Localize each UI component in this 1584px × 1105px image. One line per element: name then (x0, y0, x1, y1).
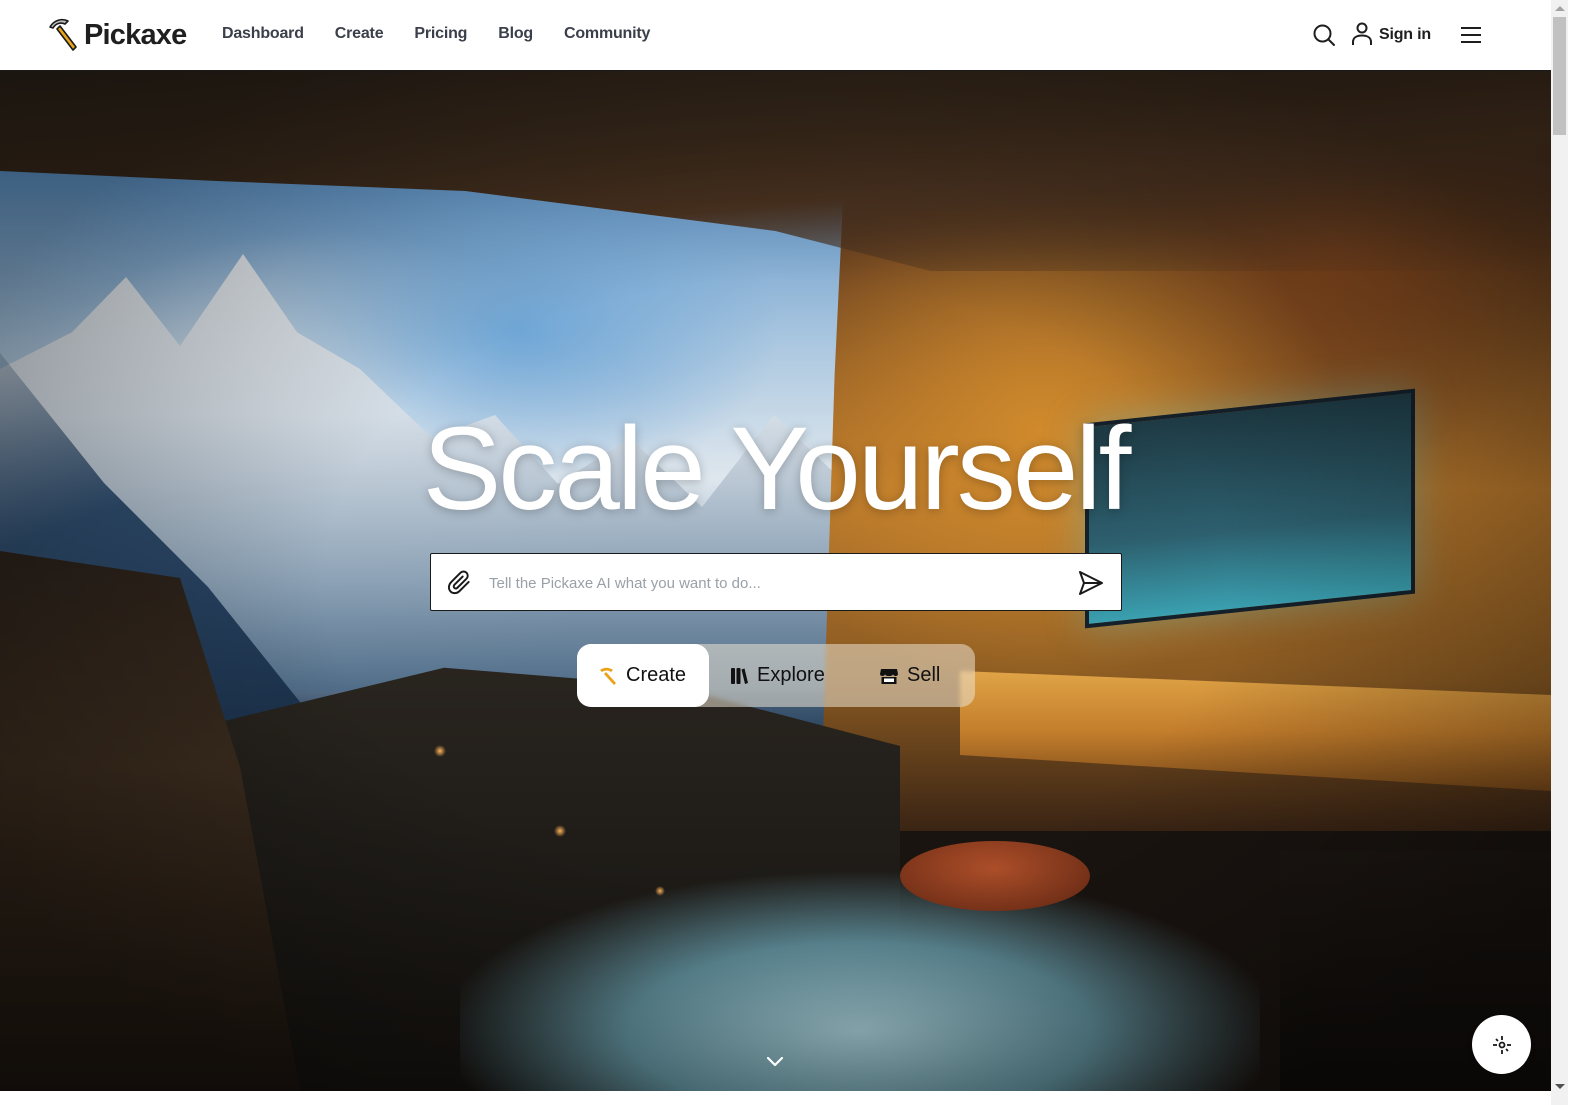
send-icon[interactable] (1077, 569, 1105, 597)
ai-prompt-bar (430, 553, 1122, 611)
nav-pricing[interactable]: Pricing (414, 25, 467, 43)
tab-create[interactable]: Create (577, 644, 709, 707)
library-books-icon (731, 667, 748, 684)
ai-prompt-input[interactable] (489, 568, 1059, 598)
mode-tabs: Create Explore Sell (577, 644, 975, 707)
page-scrollbar[interactable] (1551, 0, 1568, 1105)
crosshair-sparkle-icon (1492, 1035, 1511, 1054)
scroll-down-arrow-icon[interactable] (1555, 1084, 1565, 1089)
tab-sell-label: Sell (907, 664, 941, 686)
storefront-icon (880, 668, 898, 684)
tab-sell[interactable]: Sell (877, 644, 940, 707)
chevron-down-icon[interactable] (766, 1056, 784, 1068)
scrollbar-thumb[interactable] (1553, 17, 1566, 135)
search-icon[interactable] (1312, 23, 1336, 47)
nav-dashboard[interactable]: Dashboard (222, 25, 304, 43)
tab-explore[interactable]: Explore (727, 644, 825, 707)
scroll-up-arrow-icon[interactable] (1555, 6, 1565, 11)
brand-name: Pickaxe (84, 18, 187, 51)
page-bottom-edge (0, 1091, 1551, 1105)
site-header: Pickaxe Dashboard Create Pricing Blog Co… (0, 0, 1551, 71)
window-right-edge (1568, 0, 1584, 1105)
logo-link[interactable]: Pickaxe (46, 17, 187, 53)
user-icon[interactable] (1351, 22, 1373, 46)
nav-blog[interactable]: Blog (498, 25, 533, 43)
hero-section: Scale Yourself Create Explore (0, 71, 1551, 1091)
paperclip-icon[interactable] (447, 570, 473, 596)
pickaxe-icon (600, 667, 616, 685)
floating-assistant-button[interactable] (1472, 1015, 1531, 1074)
tab-explore-label: Explore (757, 664, 825, 686)
nav-community[interactable]: Community (564, 25, 650, 43)
pickaxe-icon (49, 18, 77, 51)
main-nav: Dashboard Create Pricing Blog Community (222, 25, 681, 43)
hero-title: Scale Yourself (422, 403, 1132, 535)
sign-in-link[interactable]: Sign in (1379, 26, 1431, 44)
header-actions: Sign in (1251, 0, 1551, 71)
hamburger-menu-icon[interactable] (1460, 26, 1482, 44)
tab-create-label: Create (626, 664, 687, 686)
nav-create[interactable]: Create (335, 25, 384, 43)
